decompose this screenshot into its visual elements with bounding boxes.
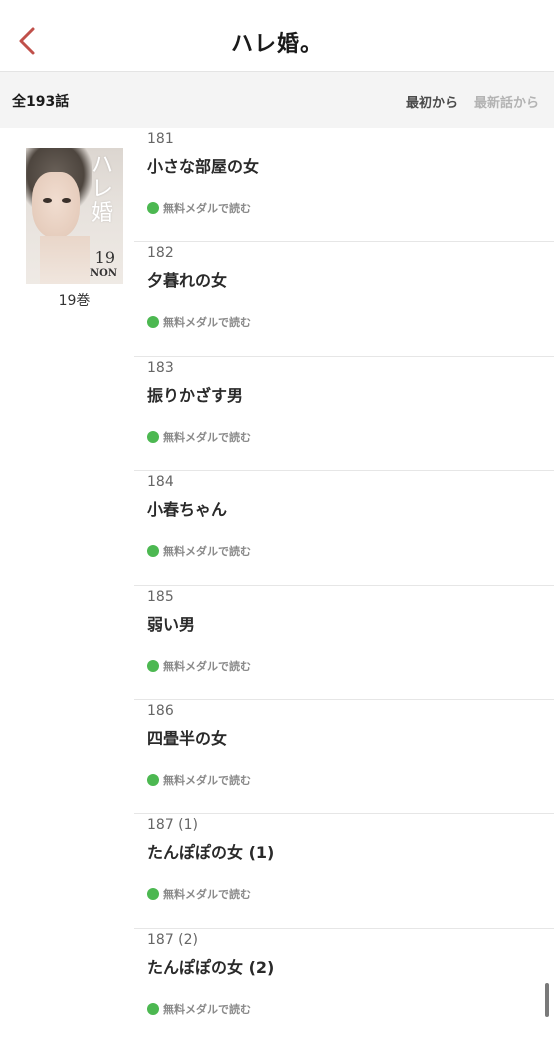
page-title: ハレ婚。	[230, 32, 323, 57]
episode-row[interactable]: 185 弱い男 無料メダルで読む	[134, 586, 554, 700]
scrollbar[interactable]	[545, 983, 549, 1017]
status-text: 無料メダルで読む	[163, 202, 251, 215]
status-text: 無料メダルで読む	[163, 1002, 251, 1016]
episode-title: 小さな部屋の女	[147, 157, 260, 176]
sort-latest-button[interactable]: 最新話から	[474, 92, 539, 111]
episode-title: たんぽぽの女 (1)	[147, 843, 275, 863]
episode-row[interactable]: 187 (2) たんぽぽの女 (2) 無料メダルで読む	[134, 929, 554, 1043]
status-text: 無料メダルで読む	[163, 545, 251, 559]
volume-label: 19巻	[58, 293, 91, 309]
sort-first-button[interactable]: 最初から	[406, 92, 458, 111]
status-dot-icon	[147, 202, 159, 214]
status-dot-icon	[147, 1002, 159, 1015]
episode-number: 187 (1)	[147, 817, 199, 834]
status-text: 無料メダルで読む	[163, 659, 251, 673]
episode-number: 187 (2)	[147, 931, 199, 948]
episode-title: 小春ちゃん	[147, 500, 228, 520]
episode-title: たんぽぽの女 (2)	[147, 957, 275, 977]
cover-title: ハレ婚	[91, 153, 114, 226]
status-dot-icon	[147, 316, 159, 329]
status-text: 無料メダルで読む	[163, 773, 251, 787]
cover-face	[32, 172, 80, 238]
episode-row[interactable]: 187 (1) たんぽぽの女 (1) 無料メダルで読む	[134, 814, 554, 929]
episode-number: 184	[147, 474, 174, 491]
episode-status: 無料メダルで読む	[147, 1001, 251, 1017]
status-dot-icon	[147, 773, 159, 786]
cover-neck	[40, 236, 90, 284]
status-text: 無料メダルで読む	[163, 430, 251, 444]
volume-cover[interactable]: ハレ婚 19 NON	[26, 148, 123, 284]
episode-row[interactable]: 182 夕暮れの女 無料メダルで読む	[134, 242, 554, 357]
episode-title: 夕暮れの女	[147, 271, 228, 291]
episode-row[interactable]: 183 振りかざす男 無料メダルで読む	[134, 357, 554, 472]
volume-block[interactable]: ハレ婚 19 NON 19巻	[26, 148, 123, 310]
episode-row[interactable]: 186 四畳半の女 無料メダルで読む	[134, 700, 554, 815]
episode-status: 無料メダルで読む	[147, 886, 251, 902]
status-dot-icon	[147, 430, 159, 443]
status-dot-icon	[147, 545, 159, 558]
episode-status: 無料メダルで読む	[147, 772, 251, 788]
cover-eye-left	[43, 198, 52, 203]
episode-status: 無料メダルで読む	[147, 314, 251, 330]
episode-count: 全193話	[12, 94, 70, 110]
episode-row[interactable]: 184 小春ちゃん 無料メダルで読む	[134, 471, 554, 586]
episode-number: 182	[147, 245, 174, 262]
episode-list: 181 小さな部屋の女 無料メダルで読む 182 夕暮れの女 無料メダルで読む …	[134, 128, 554, 1043]
episode-number: 185	[147, 588, 174, 605]
cover-volume-number: 19	[94, 248, 115, 267]
status-text: 無料メダルで読む	[163, 888, 251, 902]
episode-status: 無料メダルで読む	[147, 658, 251, 674]
episode-status: 無料メダルで読む	[147, 429, 251, 445]
cover-author: NON	[90, 268, 117, 279]
status-dot-icon	[147, 659, 159, 672]
episode-status: 無料メダルで読む	[147, 200, 251, 216]
episode-number: 183	[147, 359, 174, 376]
episode-row[interactable]: 181 小さな部屋の女 無料メダルで読む	[134, 128, 554, 243]
episode-number: 181	[147, 131, 174, 147]
cover-eye-right	[62, 198, 71, 203]
episode-number: 186	[147, 702, 174, 719]
sort-bar: 全193話 最初から 最新話から	[0, 72, 554, 128]
episode-title: 四畳半の女	[147, 728, 228, 748]
episode-title: 振りかざす男	[147, 385, 244, 405]
episode-title: 弱い男	[147, 614, 196, 634]
status-text: 無料メダルで読む	[163, 316, 251, 330]
status-dot-icon	[147, 888, 159, 901]
navigation-bar: ハレ婚。	[0, 0, 554, 72]
episode-status: 無料メダルで読む	[147, 543, 251, 559]
